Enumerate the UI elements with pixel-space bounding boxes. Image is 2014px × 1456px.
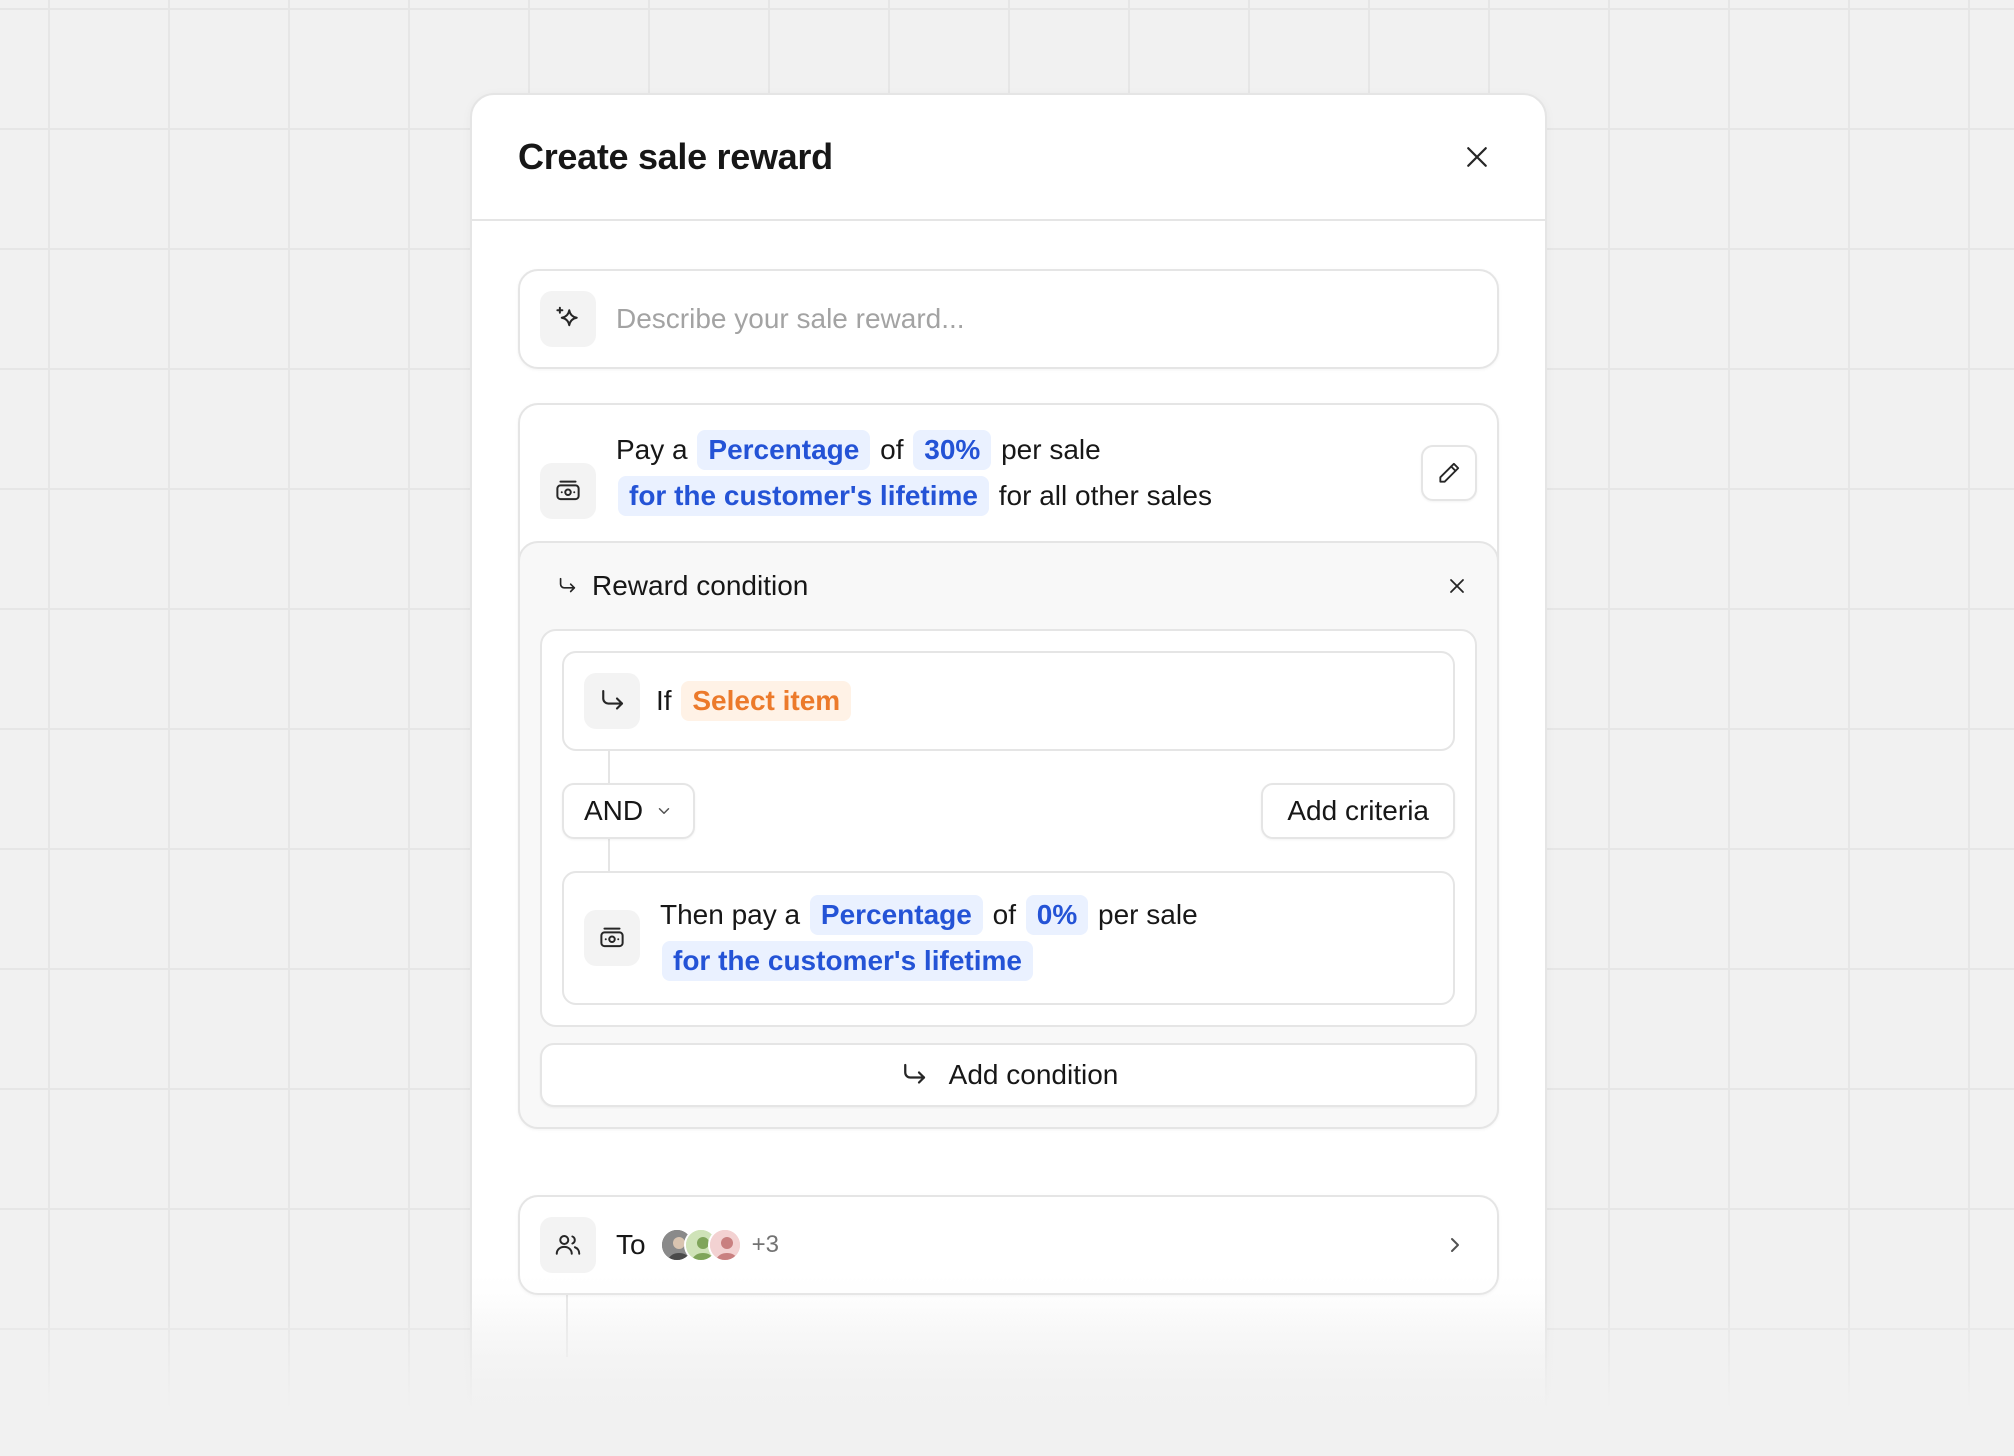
arrow-return-icon bbox=[559, 577, 576, 593]
then-of: of bbox=[992, 899, 1016, 930]
connector-line bbox=[566, 1289, 568, 1357]
reward-suffix: for all other sales bbox=[998, 480, 1212, 511]
users-icon-box bbox=[540, 1217, 596, 1273]
close-button[interactable] bbox=[1449, 129, 1505, 185]
reward-prefix: Pay a bbox=[616, 434, 688, 465]
money-icon bbox=[600, 927, 624, 948]
close-icon bbox=[1467, 147, 1487, 167]
chevron-down-icon bbox=[658, 808, 670, 814]
recipients-label: To bbox=[616, 1229, 646, 1260]
then-per: per sale bbox=[1098, 899, 1198, 930]
money-icon bbox=[556, 480, 580, 501]
avatar bbox=[707, 1228, 742, 1262]
reward-per: per sale bbox=[1001, 434, 1101, 465]
chevron-right-icon bbox=[1451, 1238, 1459, 1252]
condition-header-label: Reward condition bbox=[592, 570, 809, 601]
arrow-return-icon bbox=[903, 1063, 925, 1084]
if-label: If bbox=[656, 685, 672, 716]
sparkles-icon bbox=[556, 306, 578, 327]
add-condition-label: Add condition bbox=[948, 1059, 1119, 1090]
add-criteria-button[interactable]: Add criteria bbox=[1261, 783, 1455, 839]
modal-header: Create sale reward bbox=[472, 95, 1545, 221]
reward-amount-chip[interactable]: 30% bbox=[913, 430, 992, 470]
reward-summary: Pay a Percentage of 30% per sale for the… bbox=[520, 405, 1497, 541]
then-type-chip[interactable]: Percentage bbox=[809, 895, 983, 935]
then-sentence: Then pay a Percentage of 0% per sale for… bbox=[660, 892, 1433, 984]
users-icon bbox=[555, 1235, 581, 1255]
pencil-icon bbox=[1439, 462, 1460, 483]
if-sentence: If Select item bbox=[656, 681, 853, 721]
reward-type-chip[interactable]: Percentage bbox=[697, 430, 871, 470]
describe-reward-input[interactable] bbox=[616, 303, 1477, 335]
recipients-row[interactable]: To +3 bbox=[518, 1195, 1499, 1295]
avatar-group bbox=[659, 1228, 742, 1262]
reward-card: Pay a Percentage of 30% per sale for the… bbox=[518, 403, 1499, 1129]
modal-body: Pay a Percentage of 30% per sale for the… bbox=[472, 221, 1545, 1357]
reward-of: of bbox=[880, 434, 904, 465]
modal-fade-overlay bbox=[472, 1275, 1545, 1456]
edit-reward-button[interactable] bbox=[1421, 445, 1477, 501]
then-reward-row[interactable]: Then pay a Percentage of 0% per sale for… bbox=[562, 871, 1455, 1005]
close-icon bbox=[1450, 579, 1464, 593]
money-icon-box bbox=[584, 910, 640, 966]
condition-rules-card: If Select item AND Add criteria Then pay… bbox=[540, 629, 1477, 1027]
remove-condition-button[interactable] bbox=[1437, 566, 1477, 606]
then-amount-chip[interactable]: 0% bbox=[1025, 895, 1089, 935]
reward-sentence: Pay a Percentage of 30% per sale for the… bbox=[616, 427, 1416, 519]
then-duration-chip[interactable]: for the customer's lifetime bbox=[662, 941, 1033, 981]
if-criteria-row[interactable]: If Select item bbox=[562, 651, 1455, 751]
more-recipients-count: +3 bbox=[751, 1231, 779, 1258]
arrow-return-icon-box bbox=[584, 673, 640, 729]
condition-header: Reward condition bbox=[540, 543, 1477, 629]
sparkles-icon-box bbox=[540, 291, 596, 347]
operator-row: AND Add criteria bbox=[562, 783, 1455, 839]
operator-label: AND bbox=[584, 795, 644, 826]
condition-header-left: Reward condition bbox=[556, 570, 808, 602]
reward-duration-chip[interactable]: for the customer's lifetime bbox=[618, 476, 989, 516]
reward-condition-panel: Reward condition If Select item AND Add … bbox=[518, 541, 1499, 1129]
create-sale-reward-modal: Create sale reward Describe your sale re… bbox=[470, 93, 1547, 1456]
describe-reward-card bbox=[518, 269, 1499, 369]
modal-title: Create sale reward bbox=[518, 136, 833, 177]
add-condition-button[interactable]: Add condition bbox=[540, 1043, 1477, 1107]
money-icon-box bbox=[540, 463, 596, 519]
then-prefix: Then pay a bbox=[660, 899, 801, 930]
arrow-return-icon bbox=[602, 689, 624, 710]
operator-dropdown[interactable]: AND bbox=[562, 783, 696, 839]
select-item-chip[interactable]: Select item bbox=[681, 681, 852, 721]
